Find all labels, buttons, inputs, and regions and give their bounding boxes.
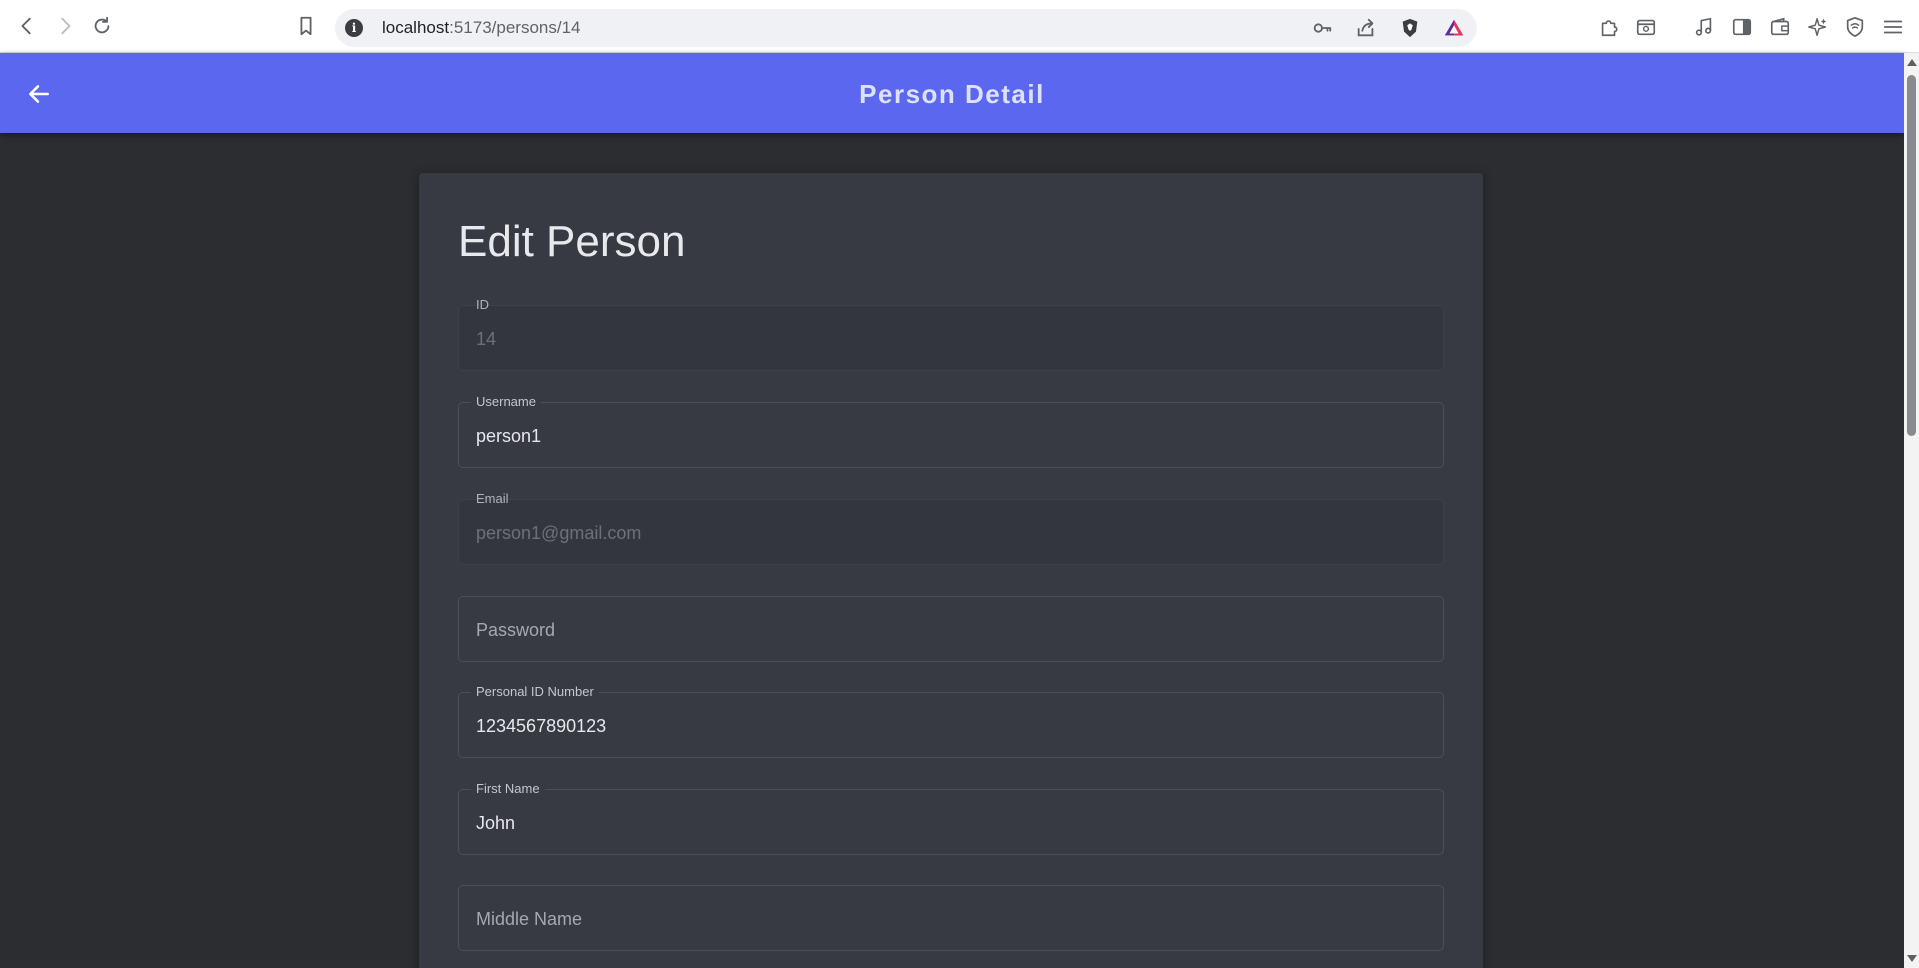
email-value: person1@gmail.com <box>476 523 642 543</box>
app-header: Person Detail <box>0 53 1904 133</box>
wallet-icon[interactable] <box>1767 14 1793 40</box>
page-scrollbar[interactable] <box>1904 53 1919 968</box>
url-text[interactable]: localhost:5173/persons/14 <box>382 17 581 39</box>
username-field[interactable]: Username person1 <box>458 394 1444 468</box>
brave-shield-icon[interactable] <box>1398 17 1422 39</box>
personal-id-field[interactable]: Personal ID Number 1234567890123 <box>458 684 1444 758</box>
edit-person-card: Edit Person ID 14 Username person1 Email… <box>419 173 1483 968</box>
first-name-label: First Name <box>471 781 545 797</box>
tab-search-icon[interactable] <box>1633 14 1659 40</box>
middle-name-placeholder[interactable]: Middle Name <box>476 908 582 930</box>
extensions-icon[interactable] <box>1596 14 1622 40</box>
key-icon[interactable] <box>1310 17 1334 39</box>
personal-id-value[interactable]: 1234567890123 <box>476 715 606 737</box>
address-bar[interactable]: i localhost:5173/persons/14 <box>335 9 1477 47</box>
browser-toolbar: i localhost:5173/persons/14 <box>0 0 1919 53</box>
username-value[interactable]: person1 <box>476 425 541 447</box>
first-name-value[interactable]: John <box>476 812 515 834</box>
email-field: Email person1@gmail.com <box>458 491 1444 565</box>
id-field: ID 14 <box>458 297 1444 371</box>
page-title: Person Detail <box>859 79 1045 109</box>
share-icon[interactable] <box>1354 17 1378 39</box>
scroll-up-icon[interactable] <box>1907 59 1917 66</box>
reload-icon[interactable] <box>88 12 116 40</box>
url-host: localhost <box>382 18 450 37</box>
sidebar-icon[interactable] <box>1729 14 1755 40</box>
music-icon[interactable] <box>1691 14 1717 40</box>
menu-icon[interactable] <box>1880 14 1906 40</box>
scrollbar-thumb[interactable] <box>1907 75 1916 436</box>
back-arrow-icon[interactable] <box>13 12 41 40</box>
url-path: :5173/persons/14 <box>449 18 581 37</box>
password-placeholder[interactable]: Password <box>476 619 555 641</box>
forward-arrow-icon[interactable] <box>51 12 79 40</box>
brave-rewards-icon[interactable] <box>1442 17 1466 39</box>
form-heading: Edit Person <box>458 217 686 266</box>
id-value: 14 <box>476 329 497 349</box>
email-label: Email <box>476 491 509 506</box>
password-field[interactable]: Password <box>458 596 1444 662</box>
username-label: Username <box>471 394 541 410</box>
first-name-field[interactable]: First Name John <box>458 781 1444 855</box>
id-label: ID <box>476 297 489 312</box>
scroll-down-icon[interactable] <box>1907 955 1917 962</box>
site-info-icon[interactable]: i <box>345 19 363 37</box>
middle-name-field[interactable]: Middle Name <box>458 885 1444 951</box>
leo-ai-icon[interactable] <box>1805 14 1831 40</box>
bookmark-icon[interactable] <box>292 12 320 40</box>
personal-id-label: Personal ID Number <box>471 684 599 700</box>
vpn-icon[interactable] <box>1842 14 1868 40</box>
